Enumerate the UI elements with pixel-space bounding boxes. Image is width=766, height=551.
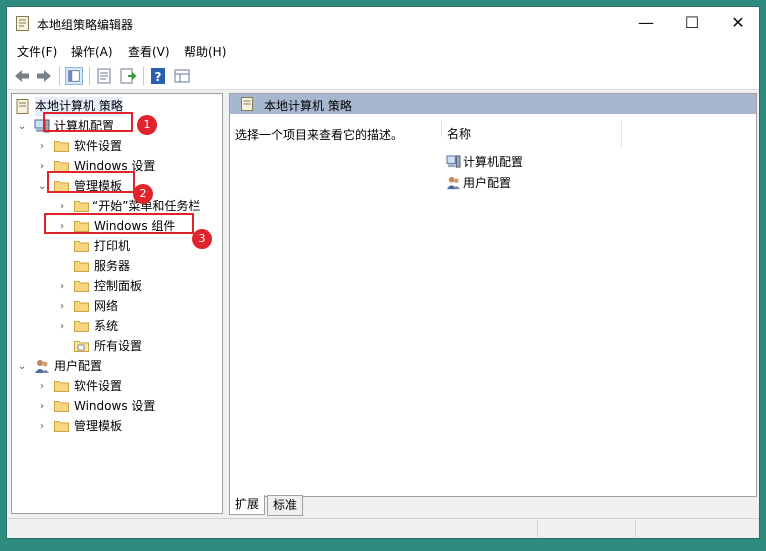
menu-view[interactable]: 查看(V) <box>128 43 170 60</box>
highlight-box-computer-config <box>43 112 133 132</box>
policy-document-icon <box>241 97 253 111</box>
status-divider <box>537 521 538 537</box>
tree-item-user-config[interactable]: ⌄ 用户配置 <box>12 357 212 376</box>
tree-item-uc-admin-templates[interactable]: › 管理模板 <box>12 417 212 436</box>
annotation-badge-3: 3 <box>192 229 212 249</box>
properties-icon[interactable] <box>95 67 113 85</box>
folder-icon <box>74 201 89 212</box>
computer-icon <box>446 155 461 168</box>
chevron-down-icon[interactable]: ⌄ <box>38 177 46 196</box>
tree-item-label: 网络 <box>94 299 119 313</box>
toolbar-separator <box>143 67 144 85</box>
menu-file[interactable]: 文件(F) <box>17 43 57 60</box>
policy-document-icon <box>16 16 29 31</box>
toolbar: ? <box>7 61 759 90</box>
folder-icon <box>74 301 89 312</box>
chevron-right-icon[interactable]: › <box>60 277 64 296</box>
list-item-label: 计算机配置 <box>463 155 524 169</box>
tree-item-label: 管理模板 <box>74 419 123 433</box>
tree-item-cc-system[interactable]: › 系统 <box>12 317 212 336</box>
tree-item-cc-printers[interactable]: 打印机 <box>12 237 212 256</box>
folder-icon <box>54 141 69 152</box>
tree-item-cc-network[interactable]: › 网络 <box>12 297 212 316</box>
window-title: 本地组策略编辑器 <box>37 18 134 32</box>
tree-item-label: 控制面板 <box>94 279 143 293</box>
status-bar <box>7 518 759 538</box>
tree-item-uc-software[interactable]: › 软件设置 <box>12 377 212 396</box>
folder-icon <box>54 381 69 392</box>
column-divider <box>441 121 442 137</box>
filter-icon[interactable] <box>173 67 191 85</box>
details-header: 本地计算机 策略 <box>230 94 756 114</box>
users-icon <box>35 360 49 373</box>
annotation-badge-1: 1 <box>137 115 157 135</box>
chevron-right-icon[interactable]: › <box>40 397 44 416</box>
group-policy-editor-window: 本地组策略编辑器 — ☐ ✕ 文件(F) 操作(A) 查看(V) 帮助(H) ?… <box>6 6 760 539</box>
tree-item-label: 系统 <box>94 319 119 333</box>
folder-icon <box>74 261 89 272</box>
chevron-right-icon[interactable]: › <box>40 137 44 156</box>
tree-item-cc-server[interactable]: 服务器 <box>12 257 212 276</box>
highlight-box-windows-components <box>44 213 194 234</box>
chevron-right-icon[interactable]: › <box>60 317 64 336</box>
chevron-down-icon[interactable]: ⌄ <box>18 357 26 376</box>
folder-icon <box>74 321 89 332</box>
highlight-box-admin-templates <box>47 171 135 193</box>
chevron-right-icon[interactable]: › <box>40 157 44 176</box>
maximize-button[interactable]: ☐ <box>669 7 715 39</box>
chevron-down-icon[interactable]: ⌄ <box>18 117 26 136</box>
close-button[interactable]: ✕ <box>715 7 759 39</box>
forward-icon[interactable] <box>35 67 53 85</box>
tree-item-label: 所有设置 <box>94 339 143 353</box>
details-title: 本地计算机 策略 <box>264 99 352 113</box>
minimize-button[interactable]: — <box>623 7 669 39</box>
export-list-icon[interactable] <box>119 67 137 85</box>
menu-bar: 文件(F) 操作(A) 查看(V) 帮助(H) <box>7 39 759 61</box>
policy-document-icon <box>16 99 29 114</box>
tree-item-label: 打印机 <box>94 239 131 253</box>
users-icon <box>446 176 461 190</box>
console-tree-icon[interactable] <box>65 67 83 85</box>
toolbar-separator <box>59 67 60 85</box>
list-item-label: 用户配置 <box>463 176 512 190</box>
description-text: 选择一个项目来查看它的描述。 <box>235 128 404 142</box>
tree-item-label: 软件设置 <box>74 379 123 393</box>
tree-item-cc-software[interactable]: › 软件设置 <box>12 137 212 156</box>
tree-item-label: 软件设置 <box>74 139 123 153</box>
svg-text:?: ? <box>155 70 162 84</box>
folder-icon <box>54 401 69 412</box>
toolbar-separator <box>89 67 90 85</box>
tree-item-label: 服务器 <box>94 259 131 273</box>
console-tree[interactable]: 本地计算机 策略 ⌄ 计算机配置 › 软件设置 › Windows 设置 ⌄ 管… <box>11 93 223 514</box>
help-icon[interactable]: ? <box>149 67 167 85</box>
status-divider <box>635 521 636 537</box>
annotation-badge-2: 2 <box>133 184 153 204</box>
menu-action[interactable]: 操作(A) <box>71 43 113 60</box>
menu-help[interactable]: 帮助(H) <box>184 43 226 60</box>
tab-extended[interactable]: 扩展 <box>229 495 266 515</box>
back-icon[interactable] <box>13 67 31 85</box>
column-header-name[interactable]: 名称 <box>447 125 471 142</box>
tree-item-cc-control-panel[interactable]: › 控制面板 <box>12 277 212 296</box>
folder-icon <box>54 421 69 432</box>
tab-standard[interactable]: 标准 <box>267 495 304 516</box>
tree-item-label: 用户配置 <box>54 359 103 373</box>
chevron-right-icon[interactable]: › <box>60 297 64 316</box>
folder-icon <box>74 281 89 292</box>
folder-icon <box>74 241 89 252</box>
title-bar: 本地组策略编辑器 — ☐ ✕ <box>7 7 759 39</box>
column-divider <box>621 121 622 147</box>
settings-folder-icon <box>74 341 89 352</box>
tree-item-cc-all-settings[interactable]: 所有设置 <box>12 337 212 356</box>
tree-item-uc-windows[interactable]: › Windows 设置 <box>12 397 212 416</box>
chevron-right-icon[interactable]: › <box>40 417 44 436</box>
chevron-right-icon[interactable]: › <box>40 377 44 396</box>
tree-item-label: Windows 设置 <box>74 399 156 413</box>
